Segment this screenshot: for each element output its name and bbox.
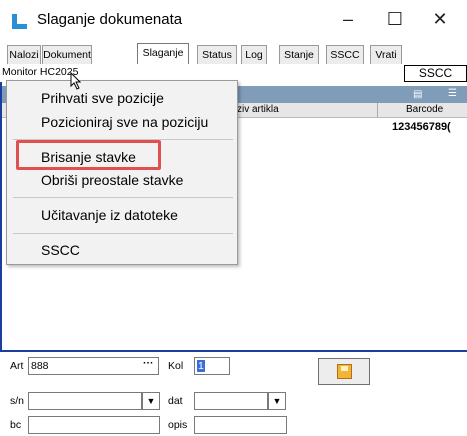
menu-item-obrisi-preostale[interactable]: Obriši preostale stavke — [41, 172, 183, 188]
opis-label: opis — [168, 419, 188, 431]
minimize-button[interactable]: – — [328, 4, 368, 34]
tab-slaganje[interactable]: Slaganje — [137, 43, 189, 64]
tab-status[interactable]: Status — [197, 45, 237, 64]
kol-value: 1 — [197, 360, 205, 372]
app-icon — [12, 14, 27, 29]
menu-separator — [13, 197, 233, 198]
context-menu: Prihvati sve pozicije Pozicioniraj sve n… — [6, 80, 238, 265]
tab-sscc[interactable]: SSCC — [326, 45, 364, 64]
art-field[interactable]: 888 — [28, 357, 159, 375]
monitor-label: Monitor HC2025 — [2, 66, 79, 78]
tab-stanje[interactable]: Stanje — [279, 45, 319, 64]
bc-field[interactable] — [28, 416, 160, 434]
tab-vrati[interactable]: Vrati — [370, 45, 402, 64]
window-title: Slaganje dokumenata — [37, 11, 183, 28]
bc-label: bc — [10, 419, 22, 431]
tab-nalozi[interactable]: Nalozi — [7, 45, 41, 64]
dat-dropdown-chevron-icon[interactable]: ▼ — [268, 392, 286, 410]
mouse-cursor-icon — [70, 72, 82, 90]
kol-field[interactable]: 1 — [194, 357, 230, 375]
menu-item-sscc[interactable]: SSCC — [41, 242, 80, 258]
art-label: Art — [10, 360, 24, 372]
art-browse-button[interactable]: ··· — [143, 357, 154, 369]
tab-log[interactable]: Log — [241, 45, 267, 64]
menu-item-pozicioniraj[interactable]: Pozicioniraj sve na poziciju — [41, 114, 208, 130]
art-value: 888 — [31, 360, 49, 372]
title-bar: Slaganje dokumenata – ☐ ✕ — [0, 0, 467, 40]
sn-dropdown-chevron-icon[interactable]: ▼ — [142, 392, 160, 410]
tab-strip: Nalozi Dokument Slaganje Status Log Stan… — [0, 40, 467, 64]
grid-menu-icon[interactable]: ☰ — [448, 88, 457, 99]
menu-item-ucitavanje[interactable]: Učitavanje iz datoteke — [41, 207, 178, 223]
column-header-barcode[interactable]: Barcode — [406, 104, 443, 115]
tab-dokument[interactable]: Dokument — [42, 45, 92, 64]
kol-label: Kol — [168, 360, 184, 372]
grid-columns-icon[interactable]: ▤ — [413, 89, 422, 100]
save-button[interactable] — [318, 358, 370, 385]
column-divider — [377, 103, 378, 118]
opis-field[interactable] — [194, 416, 287, 434]
dat-field[interactable] — [194, 392, 268, 410]
maximize-button[interactable]: ☐ — [375, 4, 415, 34]
sn-field[interactable] — [28, 392, 142, 410]
menu-separator — [13, 233, 233, 234]
column-header-naziv[interactable]: ziv artikla — [237, 104, 279, 115]
close-button[interactable]: ✕ — [420, 4, 460, 34]
highlight-box — [16, 140, 161, 170]
barcode-cell[interactable]: 123456789( — [392, 121, 451, 133]
sn-label: s/n — [10, 395, 25, 407]
menu-item-prihvati[interactable]: Prihvati sve pozicije — [41, 90, 164, 106]
sscc-field[interactable]: SSCC — [404, 65, 467, 82]
save-icon — [337, 364, 352, 379]
dat-label: dat — [168, 395, 183, 407]
